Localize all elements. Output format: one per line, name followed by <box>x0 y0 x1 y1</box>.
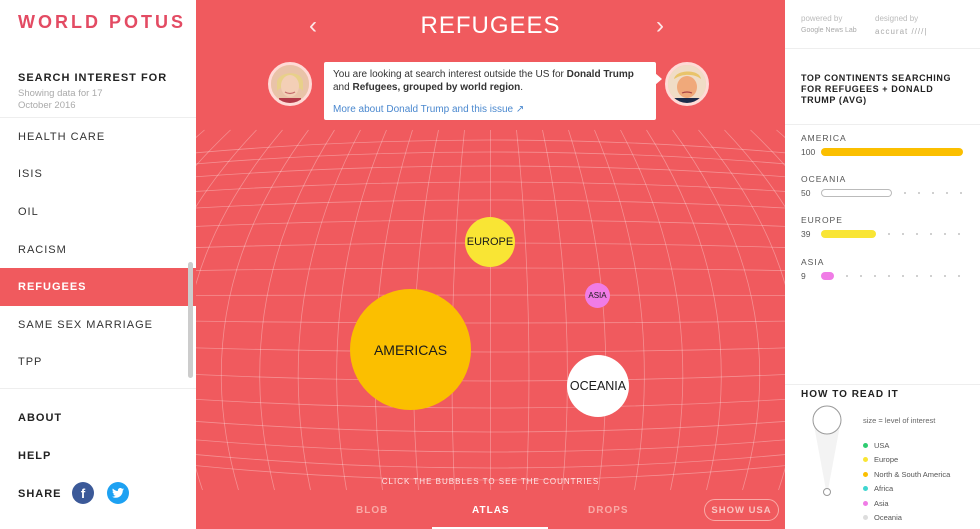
divider <box>785 48 980 49</box>
legend-item: USA <box>863 441 889 450</box>
legend-dot-icon <box>863 471 868 477</box>
facebook-icon[interactable]: f <box>72 482 94 504</box>
callout-text-2: and <box>333 82 353 93</box>
legend-label: Africa <box>874 484 894 494</box>
divider <box>785 384 980 385</box>
page-title: REFUGEES <box>420 12 561 39</box>
interest-bar <box>821 272 963 280</box>
app-logo[interactable]: WORLD POTUS <box>18 12 186 33</box>
topic-refugees[interactable]: REFUGEES <box>0 268 196 306</box>
continent-value: 9 <box>801 271 806 281</box>
bubble-oceania[interactable]: OCEANIA <box>567 355 629 417</box>
bar-remainder-dots <box>840 275 963 277</box>
interest-bar <box>821 230 963 238</box>
legend-label: North & South America <box>874 469 951 479</box>
top-continents-title: TOP CONTINENTS SEARCHING FOR REFUGEES + … <box>801 73 952 105</box>
bar-remainder-dots <box>882 233 963 235</box>
legend-item: Africa <box>863 484 893 493</box>
legend-label: Asia <box>874 498 889 508</box>
bar-remainder-dots <box>898 192 963 194</box>
callout-text-3: . <box>520 82 524 93</box>
continent-america[interactable]: AMERICA 100 <box>801 133 971 157</box>
legend-item: Asia <box>863 499 889 508</box>
continent-europe[interactable]: EUROPE 39 <box>801 215 971 239</box>
continent-name: OCEANIA <box>801 174 847 184</box>
how-to-read-title: HOW TO READ IT <box>801 389 899 400</box>
more-about-link[interactable]: More about Donald Trump and this issue ↗ <box>333 103 647 116</box>
interest-bar <box>821 189 963 197</box>
interest-bar-fill <box>821 272 834 280</box>
right-sidebar: powered by Google News Lab designed by a… <box>785 0 980 529</box>
callout-text-1: You are looking at search interest outsi… <box>333 69 567 80</box>
continent-value: 39 <box>801 229 811 239</box>
topic-racism[interactable]: RACISM <box>0 231 196 269</box>
showing-date: Showing data for 17 October 2016 <box>18 88 103 111</box>
continent-name: ASIA <box>801 257 825 267</box>
callout-topic: Refugees, grouped by world region <box>352 82 521 93</box>
legend-dot-icon <box>863 457 868 463</box>
legend-label: Europe <box>874 455 899 465</box>
divider <box>0 388 196 389</box>
share-label: SHARE <box>18 488 62 500</box>
left-sidebar: WORLD POTUS SEARCH INTEREST FOR Showing … <box>0 0 196 529</box>
legend-dot-icon <box>863 486 868 492</box>
donald-trump-avatar[interactable] <box>665 62 709 106</box>
bubble-europe[interactable]: EUROPE <box>465 217 515 267</box>
tab-drops[interactable]: DROPS <box>588 505 629 516</box>
continent-name: EUROPE <box>801 215 843 225</box>
show-usa-button[interactable]: SHOW USA <box>704 499 779 521</box>
callout-pointer <box>655 73 662 85</box>
more-about-link-label: More about Donald Trump and this issue <box>333 104 514 115</box>
continent-asia[interactable]: ASIA 9 <box>801 257 971 281</box>
main-visualization: ‹ REFUGEES › You are looking at search i… <box>196 0 785 529</box>
twitter-icon[interactable] <box>107 482 129 504</box>
topic-health-care[interactable]: HEALTH CARE <box>0 118 196 156</box>
hillary-clinton-avatar[interactable] <box>268 62 312 106</box>
divider <box>785 124 980 125</box>
legend-item: Europe <box>863 455 898 464</box>
topic-oil[interactable]: OIL <box>0 193 196 231</box>
tab-atlas[interactable]: ATLAS <box>472 505 510 516</box>
powered-by-label: powered by <box>801 14 843 23</box>
legend-dot-icon <box>863 515 868 520</box>
search-interest-title: SEARCH INTEREST FOR <box>18 72 168 84</box>
info-callout: You are looking at search interest outsi… <box>324 62 656 120</box>
bubble-americas[interactable]: AMERICAS <box>350 289 471 410</box>
designed-by-label: designed by <box>875 14 919 23</box>
view-tabs: BLOB ATLAS DROPS SHOW USA <box>196 497 785 529</box>
google-news-lab-logo[interactable]: Google News Lab <box>801 27 857 34</box>
bubble-asia[interactable]: ASIA <box>585 283 610 308</box>
topic-isis[interactable]: ISIS <box>0 156 196 194</box>
continent-value: 100 <box>801 147 816 157</box>
size-legend-icon <box>812 405 842 496</box>
interest-bar <box>821 148 963 156</box>
topic-scrollbar[interactable] <box>188 262 193 378</box>
continent-value: 50 <box>801 188 811 198</box>
help-link[interactable]: HELP <box>18 450 51 462</box>
accurat-logo[interactable]: accurat ////| <box>875 27 927 36</box>
legend-label: Oceania <box>874 513 902 522</box>
about-link[interactable]: ABOUT <box>18 412 62 424</box>
legend-label: USA <box>874 441 890 450</box>
continent-name: AMERICA <box>801 133 847 143</box>
legend-dot-icon <box>863 443 868 448</box>
next-topic-icon[interactable]: › <box>656 12 664 40</box>
legend-item: North & South America <box>863 470 950 479</box>
topic-tpp[interactable]: TPP <box>0 344 196 382</box>
topic-list: HEALTH CARE ISIS OIL RACISM REFUGEES SAM… <box>0 117 196 381</box>
interest-bar-fill <box>821 189 892 197</box>
legend-dot-icon <box>863 500 868 506</box>
size-note: size = level of interest <box>863 416 936 425</box>
tab-blob[interactable]: BLOB <box>356 505 388 516</box>
bubbles-hint: CLICK THE BUBBLES TO SEE THE COUNTRIES <box>381 477 600 486</box>
external-link-icon: ↗ <box>515 104 525 115</box>
callout-candidate: Donald Trump <box>566 69 634 80</box>
interest-bar-fill <box>821 230 876 238</box>
interest-bar-fill <box>821 148 963 156</box>
continent-oceania[interactable]: OCEANIA 50 <box>801 174 971 198</box>
legend-item: Oceania <box>863 513 902 522</box>
topic-same-sex-marriage[interactable]: SAME SEX MARRIAGE <box>0 306 196 344</box>
